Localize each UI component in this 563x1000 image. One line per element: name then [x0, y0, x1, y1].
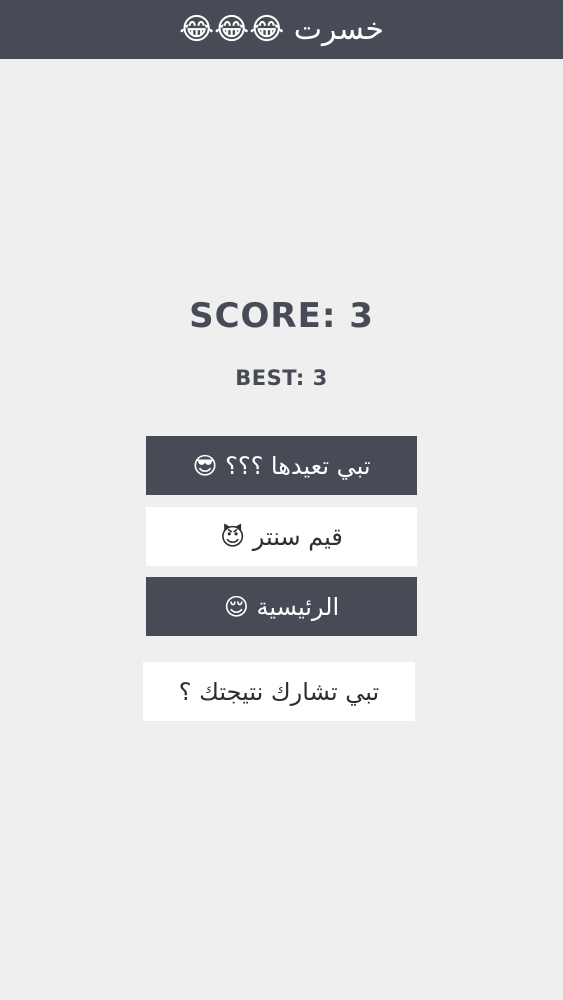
share-button[interactable]: تبي تشارك نتيجتك ؟: [143, 662, 415, 721]
score-label: SCORE: 3: [189, 296, 374, 336]
home-button[interactable]: الرئيسية 😌: [146, 577, 417, 636]
retry-button[interactable]: تبي تعيدها ؟؟؟ 😎: [146, 436, 417, 495]
header-title: خسرت 😂😂😂: [179, 12, 384, 47]
game-center-button[interactable]: قيم سنتر 😈: [146, 507, 417, 566]
header-bar: خسرت 😂😂😂: [0, 0, 563, 59]
best-score-label: BEST: 3: [235, 366, 328, 390]
